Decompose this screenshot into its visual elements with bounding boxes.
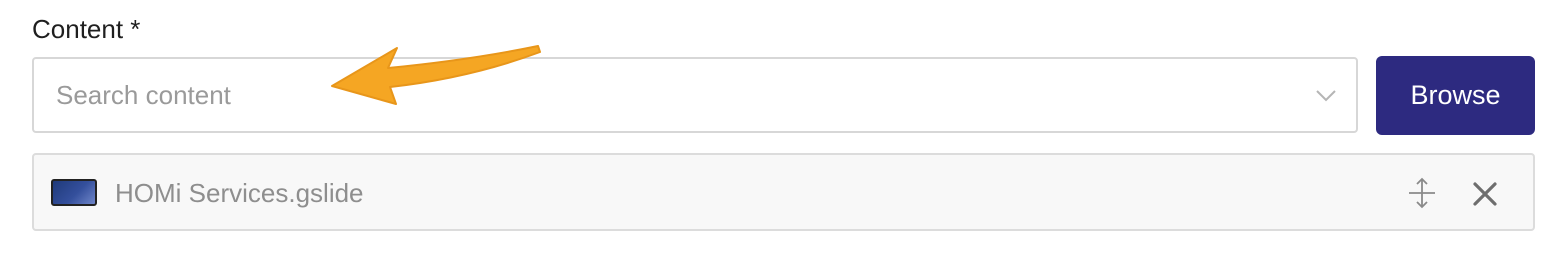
content-search-combobox[interactable] <box>32 57 1358 133</box>
close-icon[interactable] <box>1472 181 1498 207</box>
item-name: HOMi Services.gslide <box>115 178 364 208</box>
content-picker: Content * Browse HOMi Services.gslide <box>0 0 1568 268</box>
search-input[interactable] <box>56 59 1256 131</box>
chevron-down-icon[interactable] <box>1314 85 1338 105</box>
browse-button[interactable]: Browse <box>1376 56 1535 135</box>
content-field-label: Content * <box>32 14 141 44</box>
selected-content-item: HOMi Services.gslide <box>32 153 1535 231</box>
slide-thumbnail-icon <box>51 179 97 206</box>
vertical-resize-icon[interactable] <box>1406 177 1438 209</box>
